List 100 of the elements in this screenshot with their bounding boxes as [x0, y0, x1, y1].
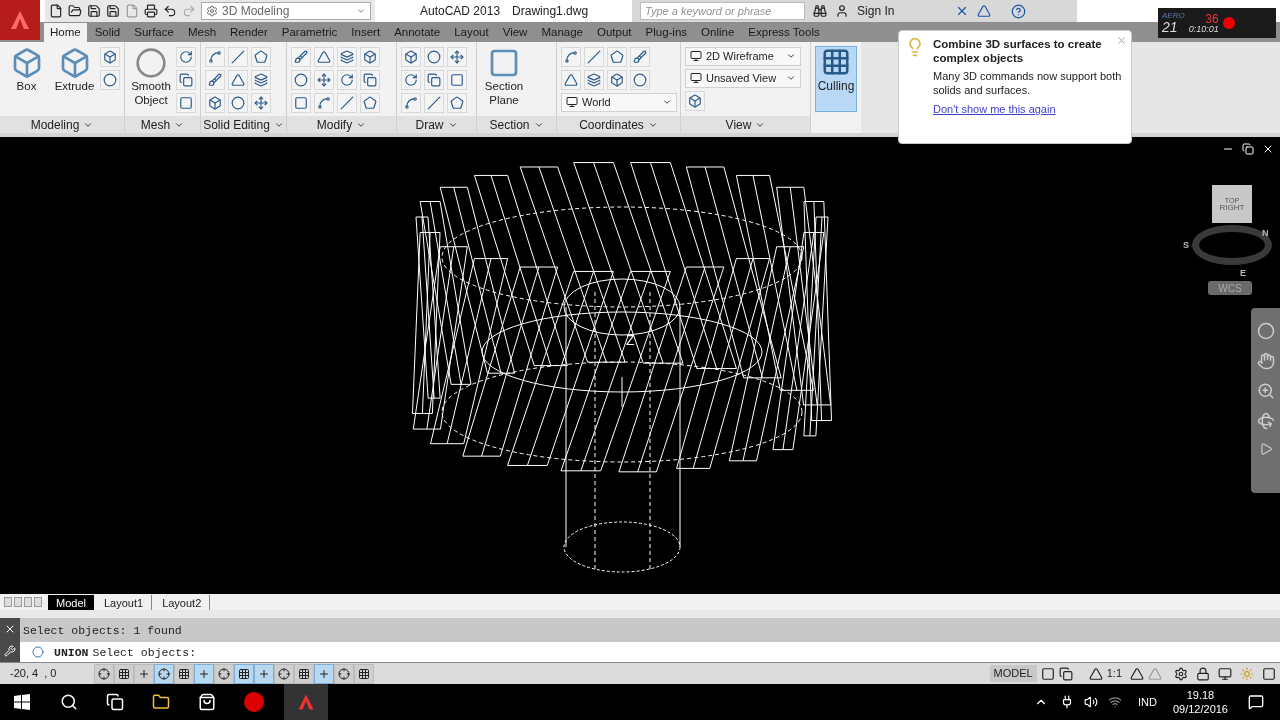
tool-button[interactable] — [337, 46, 357, 67]
tool-button[interactable] — [337, 69, 357, 90]
layout-tab[interactable]: Layout1 — [95, 594, 153, 610]
folder-icon[interactable] — [152, 693, 170, 711]
tool-button[interactable] — [561, 69, 581, 90]
ribbon-large-button[interactable]: Extrude — [52, 46, 97, 93]
status-toggle[interactable] — [114, 663, 134, 684]
ribbon-large-button[interactable]: Smooth Object — [129, 46, 173, 107]
status-toggle[interactable] — [334, 663, 354, 684]
binoculars-icon[interactable] — [813, 4, 828, 18]
tool-button[interactable] — [205, 46, 225, 67]
zoom-icon[interactable] — [1256, 382, 1275, 401]
search-icon[interactable] — [60, 693, 78, 711]
tool-button[interactable] — [337, 92, 357, 113]
tool-button[interactable] — [401, 92, 421, 113]
status-toggle[interactable] — [274, 663, 294, 684]
ribbon-tab[interactable]: Home — [44, 22, 87, 42]
culling-button[interactable]: Culling — [815, 45, 857, 112]
ribbon-tab[interactable]: Mesh — [181, 22, 223, 42]
windows-logo-icon[interactable] — [14, 694, 30, 710]
tool-button[interactable] — [205, 92, 225, 113]
view-dropdown[interactable]: Unsaved View — [685, 68, 801, 88]
input-language[interactable]: IND — [1138, 693, 1157, 711]
panel-title-bar[interactable]: Draw — [397, 116, 476, 134]
tool-button[interactable] — [228, 46, 248, 67]
tool-button[interactable] — [251, 69, 271, 90]
monitor-icon[interactable] — [1218, 666, 1232, 681]
printer-icon[interactable] — [144, 4, 158, 18]
square-icon[interactable] — [1040, 666, 1055, 681]
status-toggle[interactable] — [314, 663, 334, 684]
model-tab[interactable]: Model — [48, 594, 94, 610]
ribbon-tab[interactable]: Surface — [128, 22, 180, 42]
status-toggle[interactable] — [154, 663, 174, 684]
tool-button[interactable] — [291, 69, 311, 90]
tool-button[interactable] — [447, 46, 467, 67]
status-toggle[interactable] — [294, 663, 314, 684]
tool-button[interactable] — [424, 92, 444, 113]
tool-button[interactable] — [176, 46, 196, 67]
hand-icon[interactable] — [1256, 352, 1275, 371]
status-toggle[interactable] — [194, 663, 214, 684]
speaker-icon[interactable] — [1084, 695, 1098, 709]
model-space-button[interactable]: MODEL — [989, 665, 1037, 682]
annotation-icon[interactable] — [1088, 666, 1103, 681]
ribbon-tab[interactable]: Online — [695, 22, 741, 42]
play-icon[interactable] — [1258, 442, 1273, 457]
tool-button[interactable] — [424, 69, 444, 90]
panel-title-bar[interactable]: Modify — [287, 116, 396, 134]
tool-button[interactable] — [314, 92, 334, 113]
sign-in-link[interactable]: Sign In — [857, 2, 948, 20]
annotation-icon[interactable] — [1130, 666, 1144, 681]
tool-button[interactable] — [360, 92, 380, 113]
panel-title-bar[interactable]: Modeling — [0, 116, 124, 134]
tool-button[interactable] — [228, 92, 248, 113]
ribbon-tab[interactable]: Output — [591, 22, 638, 42]
status-toggle[interactable] — [94, 663, 114, 684]
tool-button[interactable] — [205, 69, 225, 90]
ribbon-tab[interactable]: Layout — [448, 22, 495, 42]
ribbon-tab[interactable]: Manage — [535, 22, 589, 42]
tool-button[interactable] — [100, 46, 120, 67]
triangle-icon[interactable] — [977, 4, 992, 18]
ribbon-large-button[interactable]: Section Plane — [481, 46, 527, 107]
view-dropdown[interactable]: World — [561, 92, 677, 112]
tool-button[interactable] — [447, 69, 467, 90]
tool-button[interactable] — [360, 69, 380, 90]
tool-button[interactable] — [447, 92, 467, 113]
tool-button[interactable] — [630, 69, 650, 90]
view-dropdown[interactable]: 2D Wireframe — [685, 46, 801, 66]
ribbon-tab[interactable]: Annotate — [388, 22, 447, 42]
plug-icon[interactable] — [1060, 695, 1074, 709]
wifi-icon[interactable] — [1108, 695, 1122, 709]
window-icon[interactable] — [1262, 666, 1276, 681]
workspace-dropdown[interactable]: 3D Modeling — [201, 2, 371, 20]
restore-icon[interactable] — [1242, 143, 1254, 156]
panel-title-bar[interactable]: View — [681, 116, 810, 134]
ribbon-large-button[interactable]: Box — [4, 46, 49, 93]
tool-button[interactable] — [561, 46, 581, 67]
gear-icon[interactable] — [1174, 666, 1188, 681]
status-toggle[interactable] — [254, 663, 274, 684]
save-icon[interactable] — [87, 4, 101, 18]
tool-button[interactable] — [314, 46, 334, 67]
folder-icon[interactable] — [68, 4, 82, 18]
panel-title-bar[interactable]: Mesh — [125, 116, 200, 134]
tool-button[interactable] — [176, 69, 196, 90]
tool-button[interactable] — [630, 46, 650, 67]
undo-icon[interactable] — [163, 4, 177, 18]
tool-button[interactable] — [251, 92, 271, 113]
file-icon[interactable] — [49, 4, 63, 18]
ribbon-tab[interactable]: Insert — [345, 22, 387, 42]
bag-icon[interactable] — [198, 693, 216, 711]
dismiss-link[interactable]: Don't show me this again — [933, 100, 1125, 118]
annotation-scale[interactable]: 1:1 — [1102, 665, 1126, 682]
tool-button[interactable] — [176, 92, 196, 113]
layout-tab[interactable]: Layout2 — [154, 594, 211, 610]
tool-button[interactable] — [685, 90, 705, 111]
ribbon-tab[interactable]: View — [496, 22, 534, 42]
help-icon[interactable] — [1011, 3, 1027, 19]
task-view-icon[interactable] — [106, 693, 124, 711]
orbit-icon[interactable] — [1256, 412, 1275, 431]
tool-button[interactable] — [314, 69, 334, 90]
tool-button[interactable] — [424, 46, 444, 67]
